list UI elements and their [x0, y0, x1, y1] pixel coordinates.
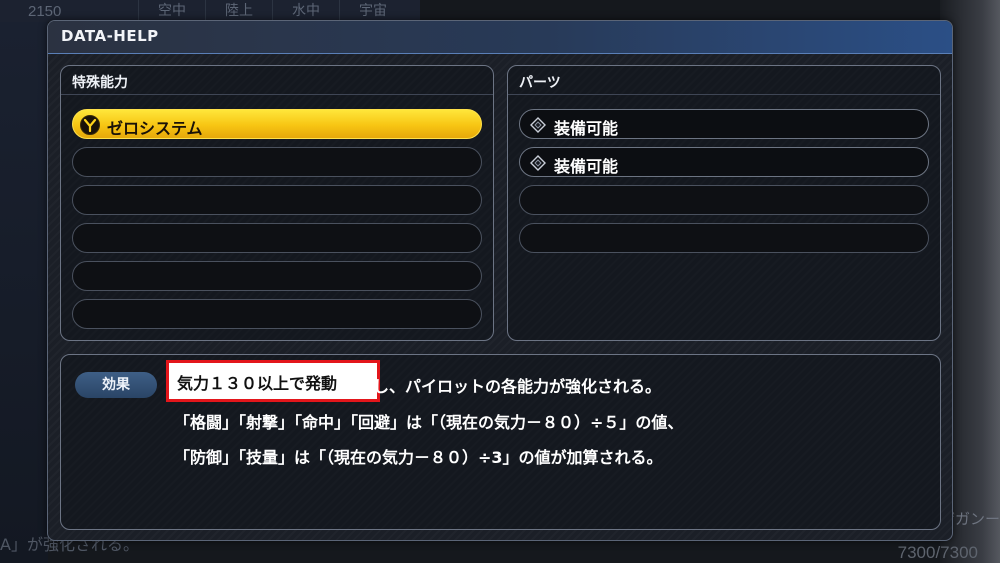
part-slot-1[interactable]: 装備可能 [519, 109, 929, 139]
terrain-header-space: 宇宙 [339, 0, 406, 22]
part-slot-empty[interactable] [519, 185, 929, 215]
ability-slot-empty[interactable] [72, 223, 482, 253]
part-slot-icon [530, 117, 546, 133]
part-slot-icon [530, 155, 546, 171]
parts-panel: パーツ 装備可能 装備可能 [507, 65, 941, 341]
window-titlebar: DATA-HELP [48, 21, 952, 54]
ability-slot-label: ゼロシステム [107, 119, 203, 138]
window-title: DATA-HELP [61, 27, 159, 45]
effect-badge: 効果 [75, 372, 157, 398]
effect-line-3: 「防御」「技量」は「（現在の気力－８０）÷3」の値が加算される。 [174, 448, 663, 467]
ability-slot-empty[interactable] [72, 261, 482, 291]
terrain-header-sea: 水中 [272, 0, 339, 22]
special-abilities-panel: 特殊能力 ゼロシステム [60, 65, 494, 341]
background-number: 2150 [28, 2, 62, 20]
part-slot-label: 装備可能 [554, 119, 619, 138]
special-abilities-header: 特殊能力 [61, 66, 493, 95]
background-left-panel [0, 22, 48, 563]
parts-title: パーツ [519, 75, 561, 91]
terrain-header-air: 空中 [138, 0, 205, 22]
ability-slot-empty[interactable] [72, 147, 482, 177]
background-terrain-bar: 2150 空中 陸上 水中 宇宙 [0, 0, 420, 22]
part-slot-2[interactable]: 装備可能 [519, 147, 929, 177]
terrain-header-land: 陸上 [205, 0, 272, 22]
ability-slot-empty[interactable] [72, 299, 482, 329]
ability-slot-zero-system[interactable]: ゼロシステム [72, 109, 482, 139]
background-hp: 7300/7300 [897, 543, 978, 562]
effect-panel: 効果 気力１３０以上で発動 し、パイロットの各能力が強化される。 「格闘」「射撃… [60, 354, 941, 530]
effect-line-1: し、パイロットの各能力が強化される。 [373, 377, 662, 396]
effect-line-2: 「格闘」「射撃」「命中」「回避」は「（現在の気力－８０）÷５」の値、 [174, 413, 684, 432]
ability-slot-empty[interactable] [72, 185, 482, 215]
part-slot-label: 装備可能 [554, 157, 619, 176]
parts-header: パーツ [508, 66, 940, 95]
data-help-window: DATA-HELP 特殊能力 ゼロシステム パーツ 装備可能 装備可能 効果 気… [47, 20, 953, 541]
highlight-box: 気力１３０以上で発動 [166, 360, 380, 402]
special-abilities-title: 特殊能力 [72, 75, 128, 91]
part-slot-empty[interactable] [519, 223, 929, 253]
effect-highlight-text: 気力１３０以上で発動 [177, 374, 338, 393]
zero-system-icon [80, 115, 100, 135]
